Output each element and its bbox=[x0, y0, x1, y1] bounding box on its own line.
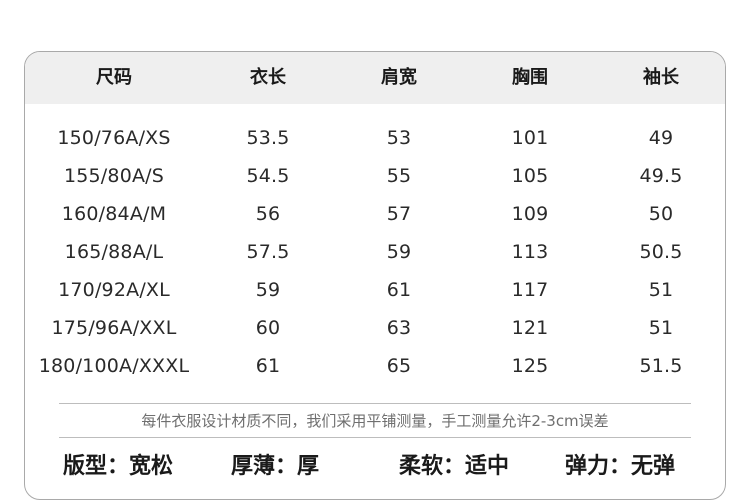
cell-size: 160/84A/M bbox=[61, 203, 167, 225]
cell-chest: 125 bbox=[511, 355, 549, 377]
cell-size: 165/88A/L bbox=[64, 241, 164, 263]
cell-sleeve: 51.5 bbox=[639, 355, 683, 377]
attribute-thickness: 厚薄：厚 bbox=[231, 454, 320, 479]
cell-sleeve: 50 bbox=[648, 203, 674, 225]
table-row: 170/92A/XL 59 61 117 51 bbox=[25, 271, 725, 309]
note-bottom-divider bbox=[59, 437, 691, 438]
table-row: 165/88A/L 57.5 59 113 50.5 bbox=[25, 233, 725, 271]
measurement-note: 每件衣服设计材质不同，我们采用平铺测量，手工测量允许2-3cm误差 bbox=[141, 412, 609, 430]
cell-shoulder: 65 bbox=[386, 355, 412, 377]
header-shoulder: 肩宽 bbox=[381, 67, 417, 88]
cell-chest: 105 bbox=[511, 165, 549, 187]
cell-size: 155/80A/S bbox=[63, 165, 165, 187]
cell-sleeve: 50.5 bbox=[639, 241, 683, 263]
header-sleeve: 袖长 bbox=[643, 67, 679, 88]
cell-length: 61 bbox=[255, 355, 281, 377]
cell-shoulder: 61 bbox=[386, 279, 412, 301]
header-size: 尺码 bbox=[96, 67, 132, 88]
cell-length: 57.5 bbox=[246, 241, 290, 263]
cell-length: 54.5 bbox=[246, 165, 290, 187]
cell-chest: 121 bbox=[511, 317, 549, 339]
cell-chest: 109 bbox=[511, 203, 549, 225]
cell-chest: 101 bbox=[511, 127, 549, 149]
table-row: 180/100A/XXXL 61 65 125 51.5 bbox=[25, 347, 725, 385]
cell-shoulder: 59 bbox=[386, 241, 412, 263]
table-header: 尺码 衣长 肩宽 胸围 袖长 bbox=[25, 52, 725, 104]
cell-chest: 117 bbox=[511, 279, 549, 301]
cell-shoulder: 57 bbox=[386, 203, 412, 225]
table-row: 150/76A/XS 53.5 53 101 49 bbox=[25, 119, 725, 157]
header-chest: 胸围 bbox=[512, 67, 548, 88]
cell-sleeve: 49.5 bbox=[639, 165, 683, 187]
cell-shoulder: 63 bbox=[386, 317, 412, 339]
cell-size: 180/100A/XXXL bbox=[38, 355, 190, 377]
cell-length: 60 bbox=[255, 317, 281, 339]
size-chart-card: 尺码 衣长 肩宽 胸围 袖长 150/76A/XS 53.5 53 101 49… bbox=[24, 51, 726, 500]
cell-shoulder: 53 bbox=[386, 127, 412, 149]
table-row: 155/80A/S 54.5 55 105 49.5 bbox=[25, 157, 725, 195]
cell-size: 175/96A/XXL bbox=[51, 317, 177, 339]
cell-length: 59 bbox=[255, 279, 281, 301]
attribute-elasticity: 弹力：无弹 bbox=[565, 454, 676, 479]
table-row: 175/96A/XXL 60 63 121 51 bbox=[25, 309, 725, 347]
attribute-softness: 柔软：适中 bbox=[399, 454, 510, 479]
cell-sleeve: 49 bbox=[648, 127, 674, 149]
cell-shoulder: 55 bbox=[386, 165, 412, 187]
attribute-fit: 版型：宽松 bbox=[63, 454, 174, 479]
cell-sleeve: 51 bbox=[648, 317, 674, 339]
cell-sleeve: 51 bbox=[648, 279, 674, 301]
cell-size: 170/92A/XL bbox=[58, 279, 170, 301]
cell-length: 56 bbox=[255, 203, 281, 225]
cell-chest: 113 bbox=[511, 241, 549, 263]
note-top-divider bbox=[59, 403, 691, 404]
table-row: 160/84A/M 56 57 109 50 bbox=[25, 195, 725, 233]
header-length: 衣长 bbox=[250, 67, 286, 88]
cell-length: 53.5 bbox=[246, 127, 290, 149]
cell-size: 150/76A/XS bbox=[57, 127, 171, 149]
